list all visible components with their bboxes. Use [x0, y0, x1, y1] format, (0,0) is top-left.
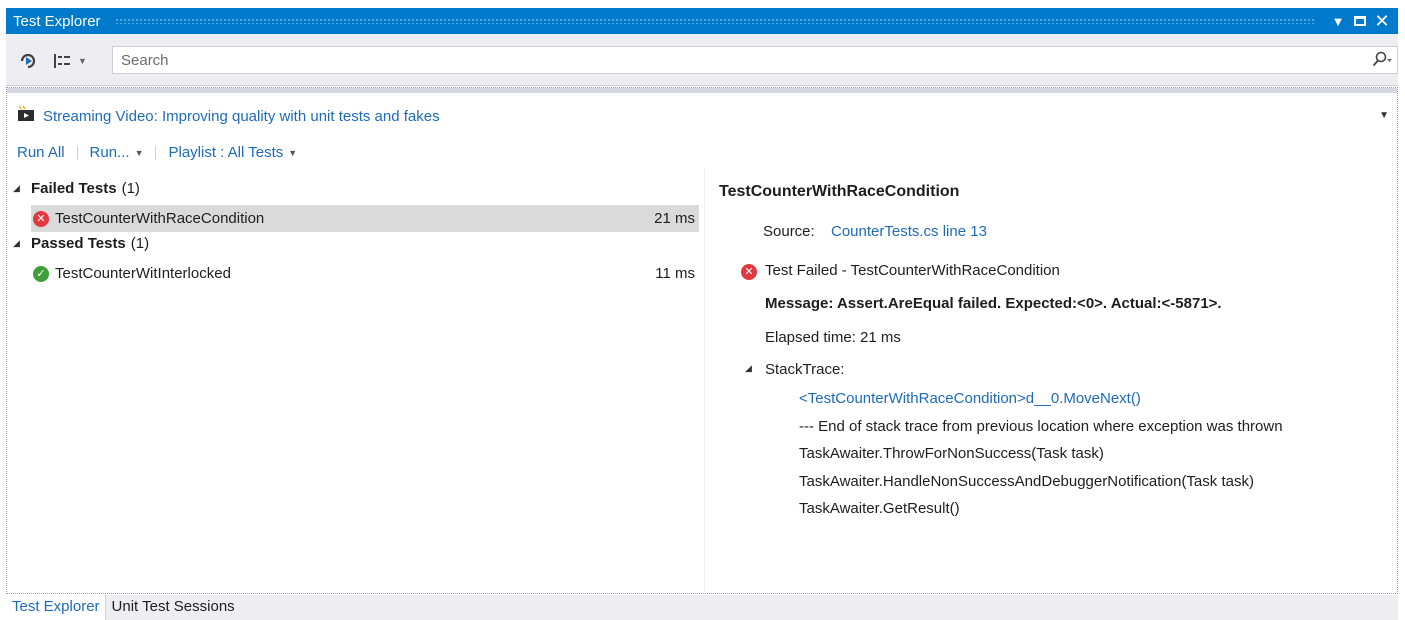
passed-icon: ✓	[33, 265, 49, 282]
error-message: Message: Assert.AreEqual failed. Expecte…	[765, 295, 1222, 312]
group-count: (1)	[121, 180, 140, 197]
playlist-dropdown-button[interactable]: Playlist : All Tests	[168, 144, 283, 161]
group-failed-tests[interactable]: ◢ Failed Tests (1)	[13, 180, 140, 197]
test-row[interactable]: ✕ TestCounterWithRaceCondition 21 ms	[31, 205, 699, 232]
separator	[76, 145, 78, 160]
title-grip[interactable]	[114, 18, 1316, 24]
test-name: TestCounterWitInterlocked	[55, 265, 231, 282]
run-tests-after-build-icon[interactable]	[18, 51, 40, 71]
title-bar: Test Explorer ▼ ✕	[6, 8, 1398, 34]
source-label: Source:	[763, 223, 815, 240]
window-position-dropdown-icon[interactable]: ▼	[1328, 11, 1348, 31]
bottom-tab-bar: Test Explorer Unit Test Sessions	[6, 595, 1398, 620]
command-row: Run All Run... ▼ Playlist : All Tests ▼	[17, 144, 297, 161]
run-all-button[interactable]: Run All	[17, 144, 65, 161]
group-passed-tests[interactable]: ◢ Passed Tests (1)	[13, 235, 149, 252]
group-by-icon[interactable]	[52, 51, 72, 71]
stack-frame: --- End of stack trace from previous loc…	[799, 418, 1283, 435]
test-duration: 11 ms	[655, 265, 695, 282]
search-input[interactable]	[113, 48, 1371, 72]
run-dropdown-button[interactable]: Run...	[90, 144, 130, 161]
streaming-video-row: Streaming Video: Improving quality with …	[17, 105, 440, 126]
search-icon[interactable]	[1371, 49, 1397, 71]
test-explorer-panel: Streaming Video: Improving quality with …	[6, 87, 1398, 594]
group-name: Failed Tests	[31, 180, 117, 197]
toolbar: ▼	[6, 34, 1398, 86]
tab-unit-test-sessions[interactable]: Unit Test Sessions	[104, 595, 240, 620]
separator	[155, 145, 157, 160]
elapsed-time: Elapsed time: 21 ms	[765, 329, 901, 346]
failed-icon: ✕	[741, 262, 757, 280]
source-link[interactable]: CounterTests.cs line 13	[831, 223, 987, 240]
test-list: ◢ Failed Tests (1) ✕ TestCounterWithRace…	[7, 176, 699, 593]
collapse-header-icon[interactable]: ▼	[1379, 110, 1389, 121]
maximize-icon[interactable]	[1350, 11, 1370, 31]
playlist-dropdown-icon[interactable]: ▼	[288, 148, 297, 158]
group-count: (1)	[130, 235, 150, 252]
status-text: Test Failed - TestCounterWithRaceConditi…	[765, 262, 1060, 279]
expand-triangle-icon[interactable]: ◢	[13, 238, 31, 249]
panel-header-strip	[7, 88, 1397, 93]
failed-icon: ✕	[33, 210, 49, 227]
search-box	[112, 46, 1398, 74]
detail-title: TestCounterWithRaceCondition	[719, 183, 960, 200]
stack-frame-link[interactable]: <TestCounterWithRaceCondition>d__0.MoveN…	[799, 390, 1141, 407]
stack-frame: TaskAwaiter.ThrowForNonSuccess(Task task…	[799, 445, 1104, 462]
test-duration: 21 ms	[654, 210, 695, 227]
close-icon[interactable]: ✕	[1372, 11, 1392, 31]
test-name: TestCounterWithRaceCondition	[55, 210, 265, 227]
window-title: Test Explorer	[13, 12, 101, 30]
pane-divider[interactable]	[704, 168, 705, 593]
group-by-dropdown-icon[interactable]: ▼	[78, 51, 87, 71]
run-dropdown-icon[interactable]: ▼	[135, 148, 144, 158]
expand-triangle-icon[interactable]: ◢	[13, 183, 31, 194]
stack-frame: TaskAwaiter.HandleNonSuccessAndDebuggerN…	[799, 473, 1254, 490]
streaming-video-link[interactable]: Streaming Video: Improving quality with …	[43, 108, 440, 125]
tab-test-explorer[interactable]: Test Explorer	[6, 595, 105, 620]
stacktrace-label: StackTrace:	[765, 361, 845, 378]
stack-frame: TaskAwaiter.GetResult()	[799, 500, 960, 517]
group-name: Passed Tests	[31, 235, 126, 252]
expand-triangle-icon[interactable]: ◢	[745, 363, 752, 374]
video-icon	[17, 105, 35, 126]
test-row[interactable]: ✓ TestCounterWitInterlocked 11 ms	[31, 260, 699, 287]
